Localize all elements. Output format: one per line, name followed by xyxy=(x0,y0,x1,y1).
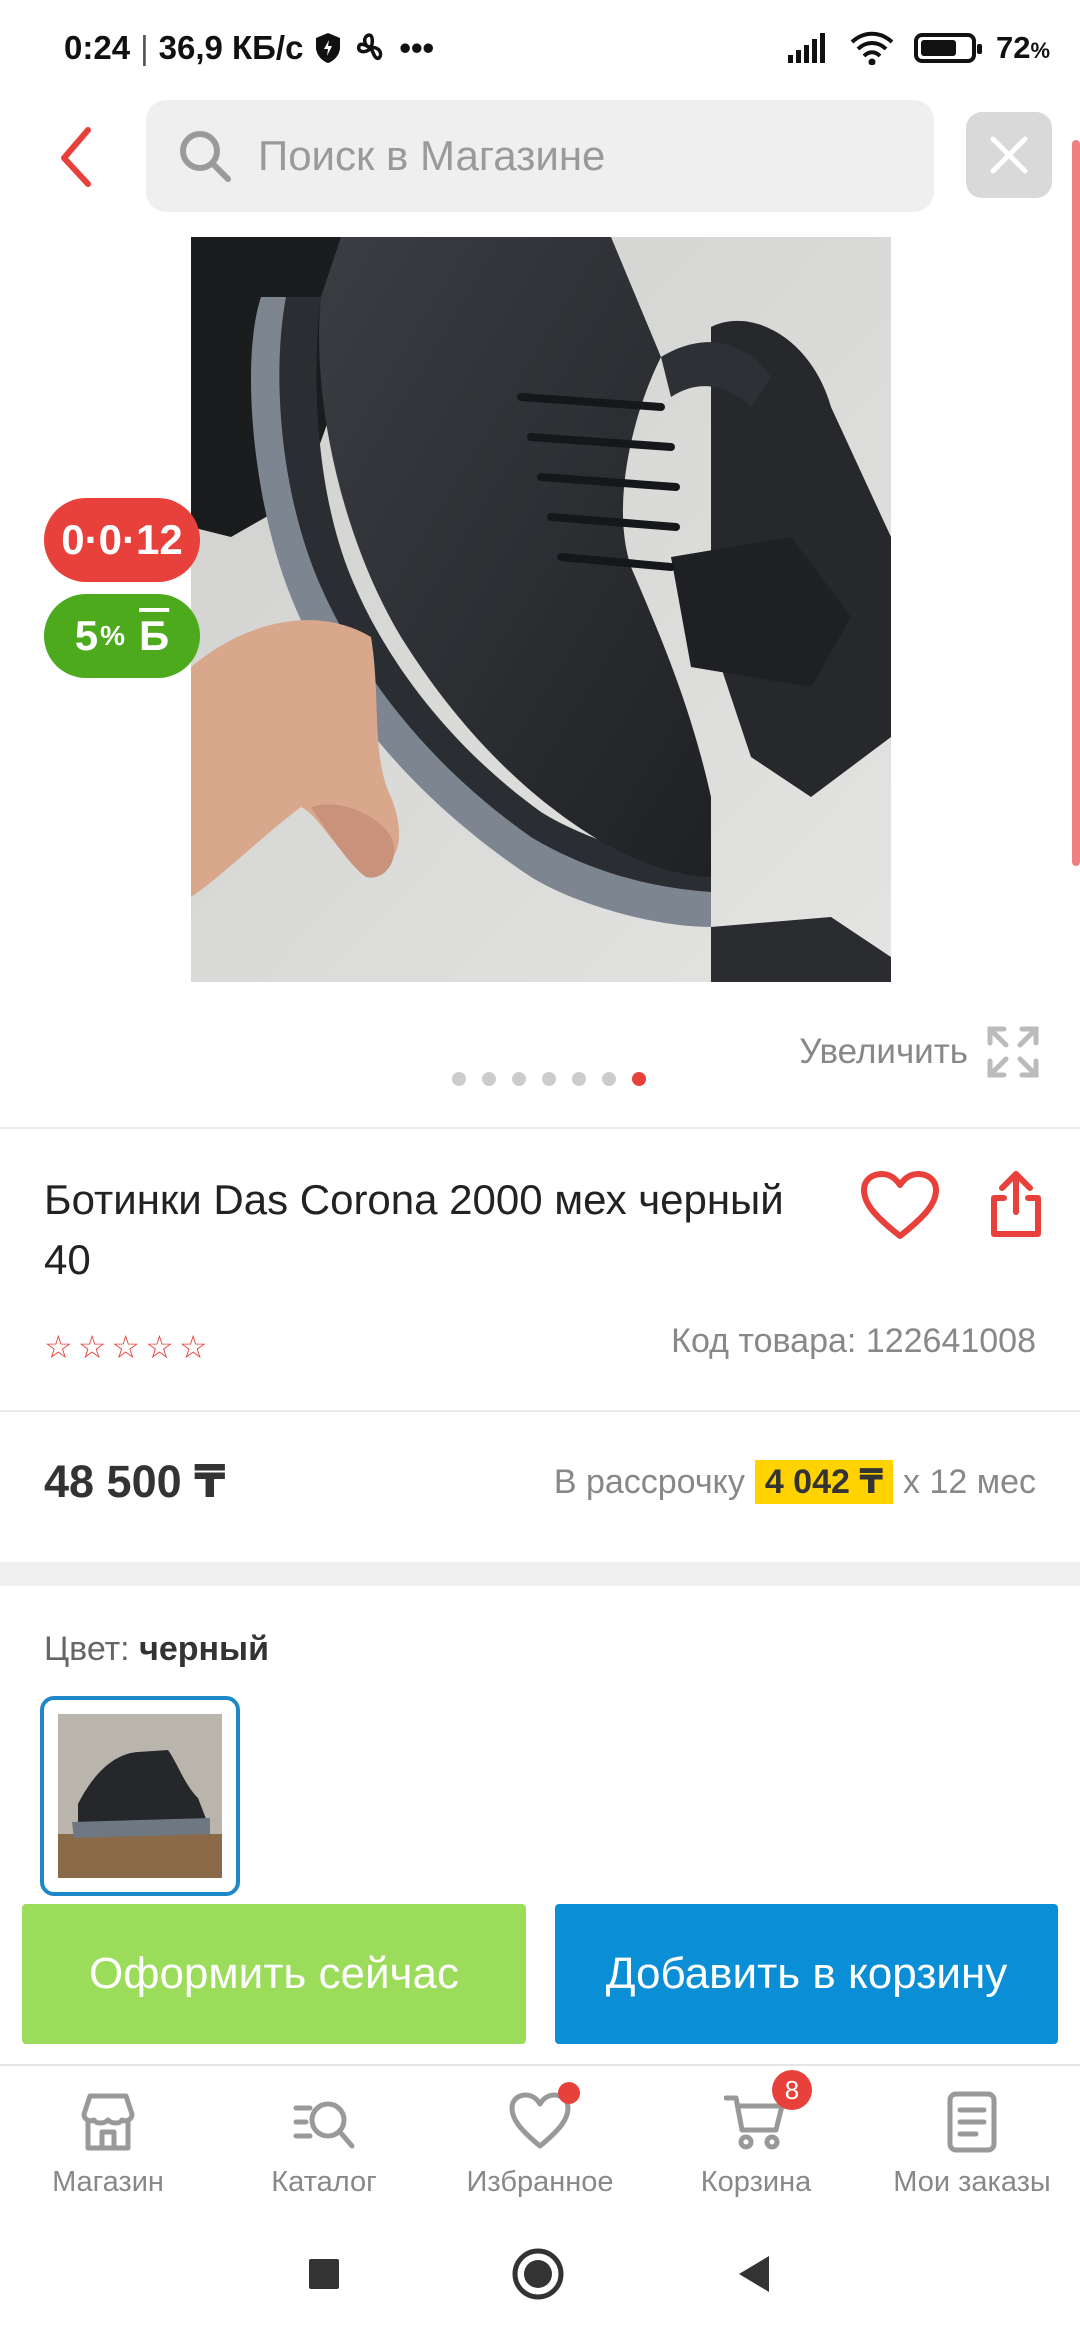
star-icon: ☆ xyxy=(44,1329,73,1365)
back-nav-button[interactable] xyxy=(735,2254,773,2299)
add-to-cart-label: Добавить в корзину xyxy=(605,1949,1008,1998)
nav-label-catalog: Каталог xyxy=(271,2166,377,2198)
notification-dot xyxy=(558,2082,580,2104)
battery-percent: 72% xyxy=(996,30,1050,66)
gallery-dot[interactable] xyxy=(542,1072,556,1086)
divider xyxy=(0,1127,1080,1129)
gallery-dot[interactable] xyxy=(512,1072,526,1086)
share-icon xyxy=(991,1171,1041,1237)
buy-now-button[interactable]: Оформить сейчас xyxy=(22,1904,526,2044)
add-to-cart-button[interactable]: Добавить в корзину xyxy=(555,1904,1058,2044)
search-placeholder: Поиск в Магазине xyxy=(258,132,606,179)
nav-item-catalog[interactable]: Каталог xyxy=(216,2066,432,2212)
status-bar: 0:24 | 36,9 КБ/с ••• 72% xyxy=(0,0,1080,96)
circle-icon xyxy=(512,2248,564,2299)
rating-stars[interactable]: ☆ ☆ ☆ ☆ ☆ xyxy=(44,1328,207,1366)
system-nav-bar xyxy=(0,2212,1080,2340)
network-speed: 36,9 КБ/с xyxy=(158,29,304,66)
battery-level xyxy=(920,40,956,56)
bottom-nav: Магазин Каталог Избранное 8 Корзина Мои … xyxy=(0,2064,1080,2212)
gallery-dot[interactable] xyxy=(572,1072,586,1086)
color-value: черный xyxy=(139,1630,269,1668)
search-header: Поиск в Магазине xyxy=(0,100,1080,212)
zoom-button[interactable]: Увеличить xyxy=(799,1025,1040,1079)
square-icon xyxy=(309,2258,339,2289)
search-icon xyxy=(180,131,231,182)
nav-label-favorites: Избранное xyxy=(466,2166,614,2198)
triangle-back-icon xyxy=(739,2255,769,2292)
installment-badge-text: 0·0·12 xyxy=(61,516,183,563)
product-image[interactable] xyxy=(191,237,891,982)
buy-now-label: Оформить сейчас xyxy=(89,1949,459,1998)
installment-info[interactable]: В рассрочку 4 042 ₸ x 12 мес xyxy=(554,1460,1036,1504)
orders-icon xyxy=(947,2091,997,2153)
close-search-button[interactable] xyxy=(966,112,1052,198)
color-label: Цвет: черный xyxy=(44,1630,269,1669)
expand-icon xyxy=(987,1026,1039,1078)
gallery-dot[interactable] xyxy=(632,1072,646,1086)
close-icon xyxy=(990,136,1028,174)
sku-label: Код товара: xyxy=(671,1322,857,1360)
heart-icon xyxy=(861,1171,939,1239)
product-price: 48 500 ₸ xyxy=(44,1456,226,1507)
bonus-value: 5 xyxy=(74,612,99,659)
status-time: 0:24 xyxy=(64,29,131,66)
color-option-black[interactable] xyxy=(40,1696,240,1896)
search-input[interactable]: Поиск в Магазине xyxy=(146,100,934,212)
nav-item-store[interactable]: Магазин xyxy=(0,2066,216,2212)
nav-item-orders[interactable]: Мои заказы xyxy=(864,2066,1080,2212)
section-separator xyxy=(0,1562,1080,1586)
store-icon xyxy=(81,2093,135,2151)
nav-label-cart: Корзина xyxy=(700,2166,812,2198)
zoom-label: Увеличить xyxy=(799,1032,968,1071)
product-title: Ботинки Das Corona 2000 мех черный 40 xyxy=(44,1176,784,1283)
bonus-badge: 5% Б xyxy=(44,594,200,678)
star-icon: ☆ xyxy=(145,1329,174,1365)
gallery-dot[interactable] xyxy=(452,1072,466,1086)
divider xyxy=(0,1410,1080,1412)
status-separator: | xyxy=(140,29,149,66)
favorite-button[interactable] xyxy=(860,1170,940,1242)
gallery-dot[interactable] xyxy=(602,1072,616,1086)
recents-button[interactable] xyxy=(307,2257,341,2296)
wifi-icon xyxy=(850,31,894,65)
installment-badge: 0·0·12 xyxy=(44,498,200,582)
nav-item-cart[interactable]: 8 Корзина xyxy=(648,2066,864,2212)
star-icon: ☆ xyxy=(111,1329,141,1365)
battery-icon xyxy=(913,33,982,63)
bonus-letter: Б xyxy=(139,612,170,659)
back-button[interactable] xyxy=(50,122,110,192)
battery-unit: % xyxy=(1030,38,1050,63)
status-right: 72% xyxy=(787,30,1050,66)
color-option-thumbnail xyxy=(58,1714,222,1878)
signal-icon xyxy=(787,33,825,63)
gallery-pagination[interactable] xyxy=(0,1072,1080,1086)
fan-icon xyxy=(357,33,383,61)
share-button[interactable] xyxy=(988,1168,1044,1240)
installment-label: В рассрочку xyxy=(553,1462,745,1501)
star-icon: ☆ xyxy=(77,1329,107,1365)
status-left: 0:24 | 36,9 КБ/с ••• xyxy=(64,29,434,67)
shield-icon xyxy=(316,33,341,63)
scroll-indicator xyxy=(1072,140,1080,866)
catalog-search-icon xyxy=(293,2101,355,2149)
gallery-dot[interactable] xyxy=(482,1072,496,1086)
nav-item-favorites[interactable]: Избранное xyxy=(432,2066,648,2212)
nav-label-orders: Мои заказы xyxy=(893,2166,1051,2198)
action-bar: Оформить сейчас Добавить в корзину xyxy=(0,1900,1080,2064)
nav-label-store: Магазин xyxy=(52,2166,164,2198)
sku-value: 122641008 xyxy=(865,1322,1036,1360)
product-photo xyxy=(191,237,891,982)
more-status-icon: ••• xyxy=(399,29,435,66)
home-button[interactable] xyxy=(511,2247,565,2306)
chevron-left-icon xyxy=(61,127,91,187)
product-sku: Код товара: 122641008 xyxy=(671,1322,1036,1361)
installment-term: x 12 мес xyxy=(903,1462,1036,1501)
bonus-unit: % xyxy=(100,620,126,651)
battery-value: 72 xyxy=(995,30,1031,65)
cart-count-badge: 8 xyxy=(772,2070,812,2110)
installment-amount: 4 042 ₸ xyxy=(754,1460,893,1504)
star-icon: ☆ xyxy=(178,1329,208,1365)
color-label-text: Цвет: xyxy=(44,1630,130,1668)
